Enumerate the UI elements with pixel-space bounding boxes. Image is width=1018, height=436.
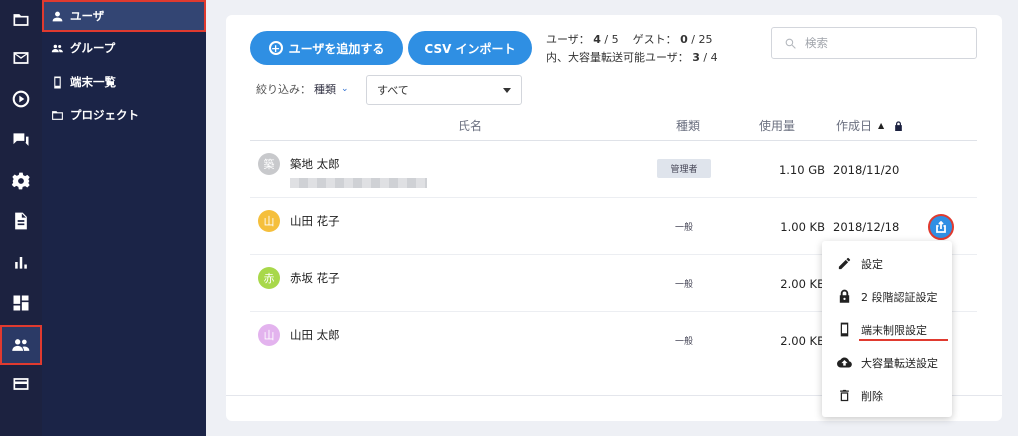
search-icon [785, 38, 796, 49]
user-created-date: 2018/11/20 [833, 163, 900, 177]
large-transfer-count-current: 3 [692, 51, 700, 64]
mail-icon[interactable] [0, 38, 42, 78]
users-icon[interactable] [0, 325, 42, 365]
column-header-created[interactable]: 作成日 ▲ [836, 117, 903, 134]
menu-item-settings[interactable]: 設定 [822, 247, 952, 280]
user-type: 一般 [675, 280, 694, 290]
user-created-date: 2018/12/18 [833, 220, 900, 234]
users-count-current: 4 [593, 33, 601, 46]
subnav-item-label: プロジェクト [70, 108, 139, 122]
filter-selected-value: すべて [377, 84, 409, 97]
large-transfer-count-label: 内、大容量転送可能ユーザ： [546, 51, 689, 64]
person-icon [51, 10, 64, 23]
play-circle-icon[interactable] [0, 79, 42, 119]
phone-icon [836, 322, 852, 338]
user-counts: ユーザ： 4 / 5 ゲスト： 0 / 25 内、大容量転送可能ユーザ： 3 /… [546, 33, 718, 64]
guests-count-max: 25 [698, 33, 713, 46]
csv-import-label: CSV インポート [424, 41, 516, 56]
avatar: 山 [258, 324, 280, 346]
redacted-email [290, 178, 427, 188]
cloud-upload-icon [836, 355, 852, 371]
menu-item-label: 削除 [861, 389, 883, 403]
menu-item-two-factor[interactable]: 2 段階認証設定 [822, 280, 952, 313]
folder-icon[interactable] [0, 0, 42, 40]
menu-item-delete[interactable]: 削除 [822, 379, 952, 412]
row-actions-menu: 設定 2 段階認証設定 端末制限設定 大容量転送設定 削除 [822, 241, 952, 417]
avatar: 築 [258, 153, 280, 175]
add-user-label: ユーザを追加する [288, 41, 385, 56]
user-type: 一般 [675, 337, 694, 347]
menu-item-label: 端末制限設定 [861, 323, 927, 337]
users-count-max: 5 [611, 33, 619, 46]
group-icon [51, 42, 64, 55]
filter-field-dropdown[interactable]: 種類 ⌄ [314, 81, 349, 97]
add-user-button[interactable]: + ユーザを追加する [250, 31, 403, 65]
guests-count-label: ゲスト： [632, 33, 677, 46]
avatar: 赤 [258, 267, 280, 289]
user-name: 築地 太郎 [290, 157, 340, 171]
highlight-underline [859, 339, 948, 341]
sort-ascending-icon: ▲ [878, 121, 885, 130]
subnav-item-label: 端末一覧 [70, 75, 116, 89]
user-name: 赤坂 花子 [290, 271, 340, 285]
phone-icon [51, 76, 64, 89]
column-header-name[interactable]: 氏名 [458, 117, 482, 134]
share-icon [936, 221, 946, 233]
search-placeholder: 検索 [805, 36, 828, 50]
sub-navigation: ユーザ グループ 端末一覧 プロジェクト [42, 0, 206, 436]
search-input[interactable]: 検索 [771, 27, 977, 59]
bar-chart-icon[interactable] [0, 242, 42, 282]
subnav-item-label: ユーザ [70, 9, 105, 23]
caret-down-icon [503, 88, 511, 93]
users-count-label: ユーザ： [546, 33, 590, 46]
subnav-item-devices[interactable]: 端末一覧 [42, 66, 206, 98]
column-header-usage[interactable]: 使用量 [759, 117, 795, 134]
menu-item-label: 2 段階認証設定 [861, 290, 938, 304]
subnav-item-label: グループ [70, 41, 116, 55]
card-icon[interactable] [0, 364, 42, 404]
pencil-icon [836, 256, 852, 272]
guests-count-current: 0 [680, 33, 688, 46]
user-type-badge: 管理者 [657, 159, 711, 178]
user-usage: 1.10 GB [778, 163, 825, 177]
row-actions-button[interactable] [928, 214, 954, 240]
user-usage: 2.00 KB [780, 277, 825, 291]
csv-import-button[interactable]: CSV インポート [408, 31, 532, 65]
document-icon[interactable] [0, 201, 42, 241]
subnav-item-users[interactable]: ユーザ [42, 0, 206, 32]
subnav-item-groups[interactable]: グループ [42, 32, 206, 64]
chevron-down-icon: ⌄ [341, 84, 349, 94]
user-name: 山田 太郎 [290, 328, 340, 342]
table-row[interactable]: 築 築地 太郎 管理者 1.10 GB 2018/11/20 [250, 141, 977, 198]
column-header-type[interactable]: 種類 [676, 117, 700, 134]
plus-circle-icon: + [268, 41, 283, 55]
lock-icon [895, 120, 903, 131]
settings-icon[interactable] [0, 161, 42, 201]
icon-rail [0, 0, 42, 436]
folder-icon [51, 109, 64, 122]
user-usage: 2.00 KB [780, 334, 825, 348]
chat-icon[interactable] [0, 120, 42, 160]
trash-icon [836, 388, 852, 404]
avatar: 山 [258, 210, 280, 232]
large-transfer-count-max: 4 [710, 51, 718, 64]
filter-value-select[interactable]: すべて [366, 75, 522, 105]
column-header-created-label: 作成日 [836, 119, 873, 133]
user-type: 一般 [675, 223, 694, 233]
lock-icon [836, 289, 852, 305]
menu-item-large-transfer[interactable]: 大容量転送設定 [822, 346, 952, 379]
dashboard-icon[interactable] [0, 283, 42, 323]
filter-label: 絞り込み： [256, 83, 311, 96]
menu-item-label: 大容量転送設定 [861, 356, 938, 370]
menu-item-label: 設定 [861, 257, 883, 271]
user-usage: 1.00 KB [780, 220, 825, 234]
user-name: 山田 花子 [290, 214, 340, 228]
subnav-item-projects[interactable]: プロジェクト [42, 99, 206, 131]
filter-field-label: 種類 [314, 83, 336, 96]
menu-item-device-restriction[interactable]: 端末制限設定 [822, 313, 952, 346]
